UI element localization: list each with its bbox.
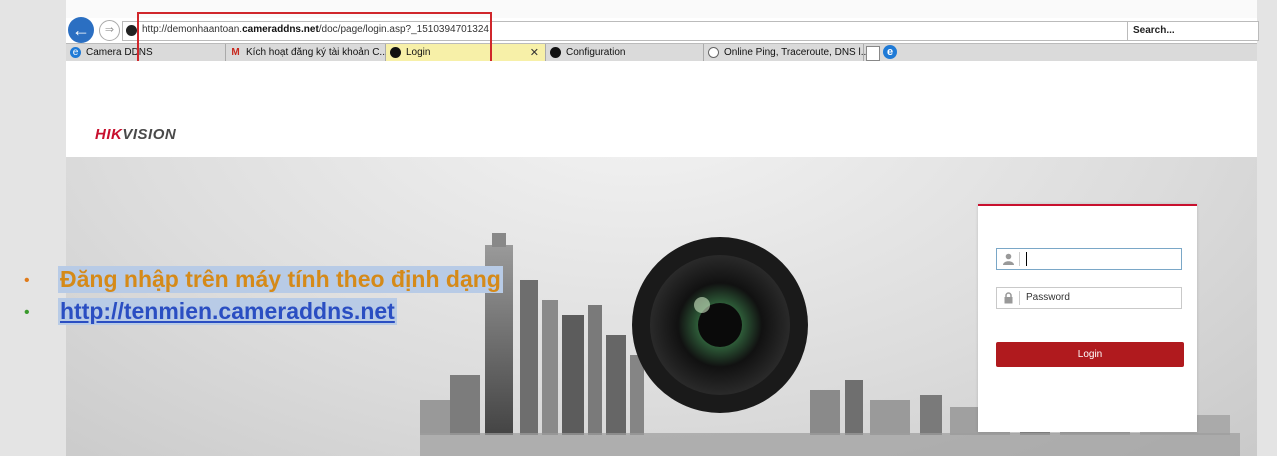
hikvision-favicon — [550, 47, 561, 58]
page-header: HIKVISION — [66, 61, 1257, 157]
hikvision-logo: HIKVISION — [95, 126, 176, 143]
field-separator — [1019, 291, 1020, 305]
tab-online-ping[interactable]: Online Ping, Traceroute, DNS l... — [704, 44, 869, 62]
bullet-dot: • — [24, 272, 30, 289]
tab-configuration[interactable]: Configuration — [546, 44, 704, 62]
lock-icon — [1004, 292, 1013, 304]
forward-button[interactable]: ⇒ — [99, 20, 120, 41]
user-icon — [1003, 253, 1014, 265]
login-panel: Password Login — [978, 204, 1197, 432]
field-separator — [1019, 252, 1020, 266]
search-placeholder: Search... — [1133, 25, 1175, 36]
password-placeholder: Password — [1026, 292, 1070, 303]
login-button[interactable]: Login — [996, 342, 1184, 367]
forward-arrow-icon: ⇒ — [104, 24, 115, 36]
tab-label: Online Ping, Traceroute, DNS l... — [724, 47, 870, 58]
back-button[interactable]: ← — [68, 17, 94, 43]
new-tab-icon[interactable] — [866, 46, 880, 61]
close-tab-icon[interactable]: ✕ — [530, 46, 539, 59]
site-favicon — [708, 47, 719, 58]
slide-margin-left — [0, 0, 66, 456]
text-caret — [1026, 252, 1027, 266]
search-box[interactable]: Search... — [1127, 21, 1259, 41]
logo-vision: VISION — [122, 126, 177, 143]
slide-margin-right — [1257, 0, 1277, 456]
username-field[interactable] — [996, 248, 1182, 270]
ie-icon[interactable]: e — [883, 45, 897, 59]
highlight-box — [137, 12, 492, 67]
password-field[interactable]: Password — [996, 287, 1182, 309]
site-favicon — [126, 25, 137, 36]
logo-hik: HIK — [95, 126, 123, 143]
bullet-dot: • — [24, 304, 30, 321]
bullet-link[interactable]: http://tenmien.cameraddns.net — [58, 298, 397, 325]
back-arrow-icon: ← — [72, 20, 90, 40]
bullet-text: Đăng nhập trên máy tính theo định dạng — [58, 266, 503, 293]
ie-icon: e — [70, 47, 81, 58]
tab-label: Configuration — [566, 47, 626, 58]
